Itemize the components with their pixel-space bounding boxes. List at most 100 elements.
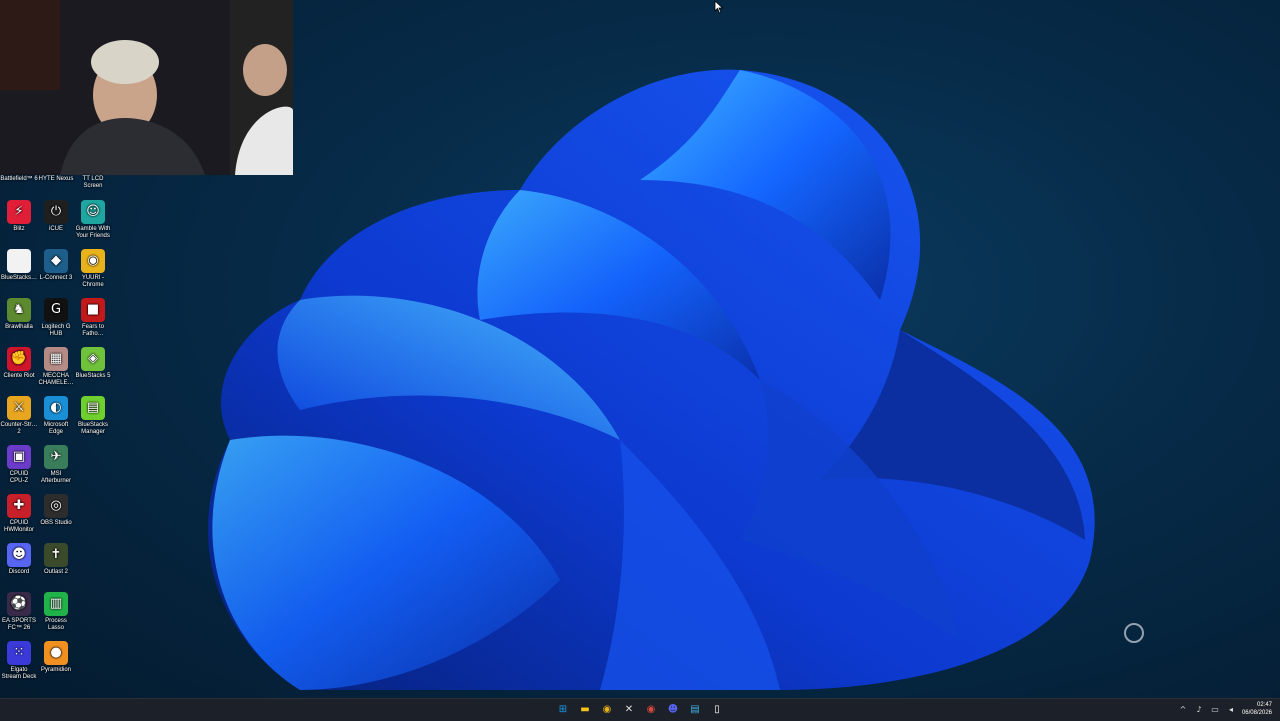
system-clock[interactable]: 02:47 06/08/2026 [1232, 701, 1272, 717]
desktop-shortcut-label: HYTE Nexus [38, 176, 74, 182]
obs-logo-icon: ◎ [44, 494, 68, 518]
pyramidion-orb-icon: ● [44, 641, 68, 665]
discord-taskbar-button[interactable]: ☻ [665, 702, 681, 718]
webcam-overlay [0, 0, 293, 175]
desktop-shortcut[interactable]: ▤ BlueStacks Manager [74, 396, 112, 436]
chrome-logo-icon: ◉ [81, 249, 105, 273]
cs2-logo-icon: ⚔ [7, 396, 31, 420]
desktop-shortcut-top-1[interactable]: HYTE Nexus [37, 176, 75, 183]
desktop-shortcut-label: BlueStacks… [0, 275, 37, 281]
brawlhalla-character-icon: ♞ [7, 298, 31, 322]
windows-logo: ⊞ [558, 704, 568, 715]
bar-graph-icon: ▥ [44, 592, 68, 616]
desktop-shortcut[interactable]: ⚽ EA SPORTS FC™ 26 [0, 592, 38, 632]
start-button[interactable]: ⊞ [555, 702, 571, 718]
network-icon[interactable]: ▭ [1210, 704, 1220, 716]
chrome-button[interactable]: ◉ [599, 702, 615, 718]
app-x-button[interactable]: ✕ [621, 702, 637, 718]
dice-face-icon: ☺ [81, 200, 105, 224]
desktop-shortcut-top-2[interactable]: TT LCD Screen [74, 176, 112, 190]
desktop-shortcut-label: iCUE [48, 226, 63, 232]
desktop-shortcut-label: BlueStacks 5 [75, 373, 111, 379]
desktop-shortcut[interactable]: BlueStacks… [0, 249, 38, 282]
edge-logo-icon: ◐ [44, 396, 68, 420]
notepad-button[interactable]: ▤ [687, 702, 703, 718]
desktop-shortcut-label: CPUID CPU-Z [9, 471, 29, 484]
desktop-shortcut-label: Battlefield™ 6 [0, 176, 38, 182]
desktop-shortcut[interactable]: ☺ Gamble With Your Friends [74, 200, 112, 240]
lightning-bolt-icon: ⚡ [7, 200, 31, 224]
desktop-shortcut[interactable]: ✚ CPUID HWMonitor [0, 494, 38, 534]
mouse-cursor-icon [714, 0, 724, 14]
x-logo: ✕ [624, 704, 634, 715]
desktop-shortcut[interactable]: ◈ BlueStacks 5 [74, 347, 112, 380]
desktop-shortcut[interactable]: ☻ Discord [0, 543, 38, 576]
power-ring-icon: ⏻ [44, 200, 68, 224]
file-explorer-button[interactable]: ▬ [577, 702, 593, 718]
desktop-shortcut-top-0[interactable]: Battlefield™ 6 [0, 176, 38, 183]
desktop-shortcut-label: BlueStacks Manager [77, 422, 108, 435]
desktop-shortcut[interactable]: ✊ Cliente Riot [0, 347, 38, 380]
microphone-icon[interactable]: ♪ [1194, 704, 1204, 716]
desktop-shortcut[interactable]: ✝ Outlast 2 [37, 543, 75, 576]
desktop-shortcut[interactable]: ⚔ Counter-Str… 2 [0, 396, 38, 436]
bluestacks-stack-icon: ◈ [81, 347, 105, 371]
desktop-shortcut-label: Counter-Str… 2 [0, 422, 38, 435]
desktop-shortcut-label: Microsoft Edge [43, 422, 69, 435]
desktop-shortcut[interactable]: ■ Fears to Fatho… [74, 298, 112, 338]
game-cover-icon: ▦ [44, 347, 68, 371]
clock-time: 02:47 [1256, 702, 1272, 708]
chevron-up-icon[interactable]: ^ [1178, 704, 1188, 716]
desktop-shortcut-label: OBS Studio [40, 520, 72, 526]
desktop-shortcut[interactable]: ▣ CPUID CPU-Z [0, 445, 38, 485]
desktop-shortcut[interactable]: G Logitech G HUB [37, 298, 75, 338]
blank-file-icon [7, 249, 31, 273]
desktop-shortcut-label: Brawlhalla [5, 324, 33, 330]
desktop-shortcut-label: Gamble With Your Friends [75, 226, 111, 239]
file-button[interactable]: ▯ [709, 702, 725, 718]
stream-deck-grid-icon: ⁙ [7, 641, 31, 665]
desktop-shortcut[interactable]: ◆ L-Connect 3 [37, 249, 75, 282]
desktop-shortcut[interactable]: ◐ Microsoft Edge [37, 396, 75, 436]
cpu-chip-icon: ▣ [7, 445, 31, 469]
chrome-profile: ◉ [646, 704, 656, 715]
desktop-shortcut[interactable]: ♞ Brawlhalla [0, 298, 38, 331]
clock-date: 06/08/2026 [1241, 710, 1272, 716]
desktop-shortcut[interactable]: ⚡ Blitz [0, 200, 38, 233]
desktop-shortcut-label: MECCHA CHAMELE… [38, 373, 74, 386]
desktop-shortcut[interactable]: ◎ OBS Studio [37, 494, 75, 527]
afterburner-icon: ✈ [44, 445, 68, 469]
outlast-cross-icon: ✝ [44, 543, 68, 567]
desktop-shortcut-label: Cliente Riot [3, 373, 35, 379]
folder-icon: ▬ [580, 704, 590, 715]
game-cover-icon: ■ [81, 298, 105, 322]
desktop-shortcut-label: CPUID HWMonitor [3, 520, 34, 533]
file-icon: ▯ [714, 704, 720, 715]
notepad-icon: ▤ [690, 704, 700, 715]
logitech-g-icon: G [44, 298, 68, 322]
desktop-shortcut[interactable]: ▥ Process Lasso [37, 592, 75, 632]
bluestacks-manager-icon: ▤ [81, 396, 105, 420]
desktop-shortcut-label: YUURI - Chrome [81, 275, 105, 288]
desktop-shortcut-label: EA SPORTS FC™ 26 [2, 618, 36, 631]
desktop-shortcut[interactable]: ⏻ iCUE [37, 200, 75, 233]
discord-logo-icon: ☻ [7, 543, 31, 567]
desktop-shortcut[interactable]: ⁙ Elgato Stream Deck [0, 641, 38, 681]
desktop-shortcut[interactable]: ◉ YUURI - Chrome [74, 249, 112, 289]
desktop-shortcut-label: Logitech G HUB [41, 324, 71, 337]
webcam-feed [0, 0, 293, 175]
desktop-shortcut-label: Pyramidion [40, 667, 71, 673]
desktop-shortcut-label: Outlast 2 [43, 569, 68, 575]
ea-fc-icon: ⚽ [7, 592, 31, 616]
desktop-shortcut-label: Elgato Stream Deck [1, 667, 37, 680]
chrome-logo: ◉ [602, 704, 612, 715]
taskbar: ⊞ ▬ ◉ ✕ ◉ ☻ ▤ ▯ ^ ♪ ▭ ◂ 02:47 06/08/2026 [0, 698, 1280, 721]
discord-logo: ☻ [667, 704, 679, 715]
desktop-shortcut[interactable]: ✈ MSI Afterburner [37, 445, 75, 485]
desktop-shortcut-label: MSI Afterburner [40, 471, 71, 484]
desktop-shortcut[interactable]: ● Pyramidion [37, 641, 75, 674]
desktop-shortcut[interactable]: ▦ MECCHA CHAMELE… [37, 347, 75, 387]
hwmonitor-icon: ✚ [7, 494, 31, 518]
chrome-alt-button[interactable]: ◉ [643, 702, 659, 718]
desktop-shortcut-label: L-Connect 3 [39, 275, 73, 281]
